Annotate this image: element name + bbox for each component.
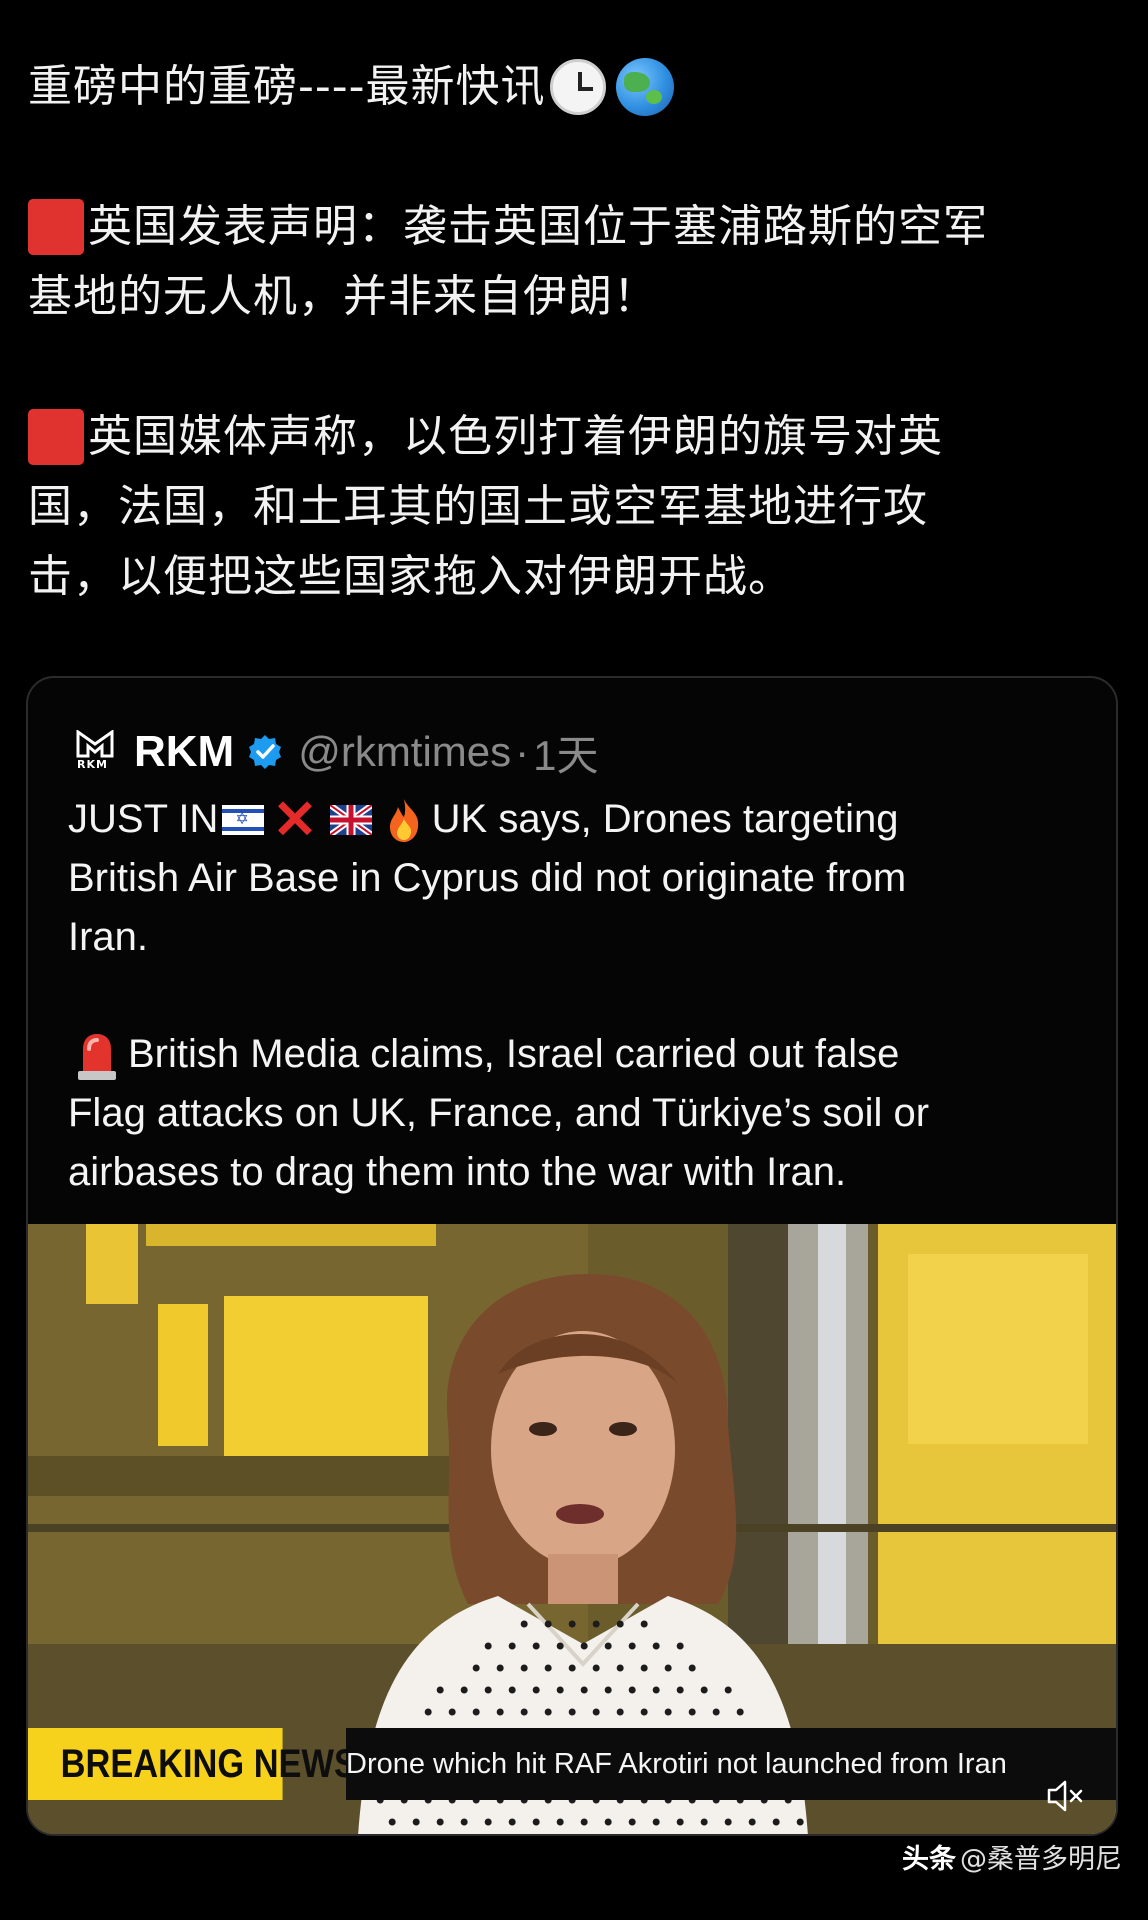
tweet-line1-prefix: JUST IN — [68, 797, 219, 841]
post-paragraph-2-line: 击，以便把这些国家拖入对伊朗开战。 — [28, 542, 1118, 612]
para1-line2: 基地的无人机，并非来自伊朗！ — [28, 271, 658, 322]
tweet-line: British Air Base in Cyprus did not origi… — [68, 849, 1078, 908]
israel-flag-icon: ✡ — [222, 804, 265, 835]
rkm-logo[interactable]: RKM — [74, 730, 116, 774]
mute-icon[interactable] — [1046, 1778, 1086, 1814]
tweet-line6: airbases to drag them into the war with … — [68, 1150, 847, 1194]
post-headline: 重磅中的重磅----最新快讯 — [28, 52, 1118, 122]
globe-icon — [615, 58, 674, 116]
post-paragraph-2-line: 英国媒体声称，以色列打着伊朗的旗号对英 — [28, 402, 1118, 472]
fire-icon — [389, 798, 418, 842]
tweet-line: Iran. — [68, 908, 1078, 967]
tweet-author-name[interactable]: RKM — [134, 727, 234, 777]
post-paragraph-1-line: 英国发表声明：袭击英国位于塞浦路斯的空军 — [28, 192, 1118, 262]
red-square-icon — [28, 409, 84, 465]
breaking-news-label: BREAKING NEWS — [28, 1728, 357, 1800]
separator-dot: · — [515, 728, 530, 775]
para2-line2: 国，法国，和土耳其的国土或空军基地进行攻 — [28, 481, 928, 532]
tweet-video[interactable]: BREAKING NEWS Drone which hit RAF Akroti… — [28, 1224, 1116, 1834]
embedded-tweet-card[interactable]: RKM RKM @rkmtimes · 1天 JUST IN ✡ ✕ UK sa… — [26, 676, 1118, 1836]
tweet-line: JUST IN ✡ ✕ UK says, Drones targeting — [68, 790, 1078, 849]
siren-icon — [78, 1033, 116, 1080]
watermark-brand: 头条 — [902, 1844, 956, 1875]
uk-flag-icon — [329, 804, 372, 835]
para2-line3: 击，以便把这些国家拖入对伊朗开战。 — [28, 551, 793, 602]
tweet-line2: British Air Base in Cyprus did not origi… — [68, 856, 907, 900]
red-square-icon — [28, 199, 84, 255]
post-text: 重磅中的重磅----最新快讯 英国发表声明：袭击英国位于塞浦路斯的空军 基地的无… — [28, 52, 1118, 612]
verified-badge-icon — [249, 735, 282, 769]
breaking-news-ticker: Drone which hit RAF Akrotiri not launche… — [346, 1728, 1116, 1800]
tweet-line5: Flag attacks on UK, France, and Türkiye’… — [68, 1091, 930, 1135]
para1-line1: 英国发表声明：袭击英国位于塞浦路斯的空军 — [88, 201, 988, 252]
clock-icon — [549, 59, 606, 115]
headline-text: 重磅中的重磅----最新快讯 — [28, 61, 546, 112]
rkm-logo-text: RKM — [77, 758, 108, 771]
tweet-line3: Iran. — [68, 915, 149, 959]
tweet-line4: British Media claims, Israel carried out… — [128, 1032, 900, 1076]
post-paragraph-1-line: 基地的无人机，并非来自伊朗！ — [28, 262, 1118, 332]
cross-mark-icon: ✕ — [272, 789, 318, 850]
tweet-line: airbases to drag them into the war with … — [68, 1143, 1078, 1202]
breaking-news-bar: BREAKING NEWS Drone which hit RAF Akroti… — [28, 1728, 1116, 1800]
tweet-timestamp[interactable]: 1天 — [533, 722, 598, 783]
post-paragraph-2-line: 国，法国，和土耳其的国土或空军基地进行攻 — [28, 472, 1118, 542]
ticker-text: Drone which hit RAF Akrotiri not launche… — [346, 1747, 1007, 1780]
tweet-line: British Media claims, Israel carried out… — [68, 1025, 1078, 1084]
tweet-line: Flag attacks on UK, France, and Türkiye’… — [68, 1084, 1078, 1143]
tweet-body: JUST IN ✡ ✕ UK says, Drones targeting Br… — [68, 790, 1078, 1202]
watermark-handle: @桑普多明尼 — [960, 1844, 1122, 1875]
tweet-handle[interactable]: @rkmtimes — [298, 728, 511, 776]
para2-line1: 英国媒体声称，以色列打着伊朗的旗号对英 — [88, 411, 943, 462]
tweet-line1-suffix: UK says, Drones targeting — [431, 797, 899, 841]
tweet-header: RKM RKM @rkmtimes · 1天 — [74, 722, 599, 782]
watermark: 头条 @桑普多明尼 — [902, 1837, 1122, 1876]
